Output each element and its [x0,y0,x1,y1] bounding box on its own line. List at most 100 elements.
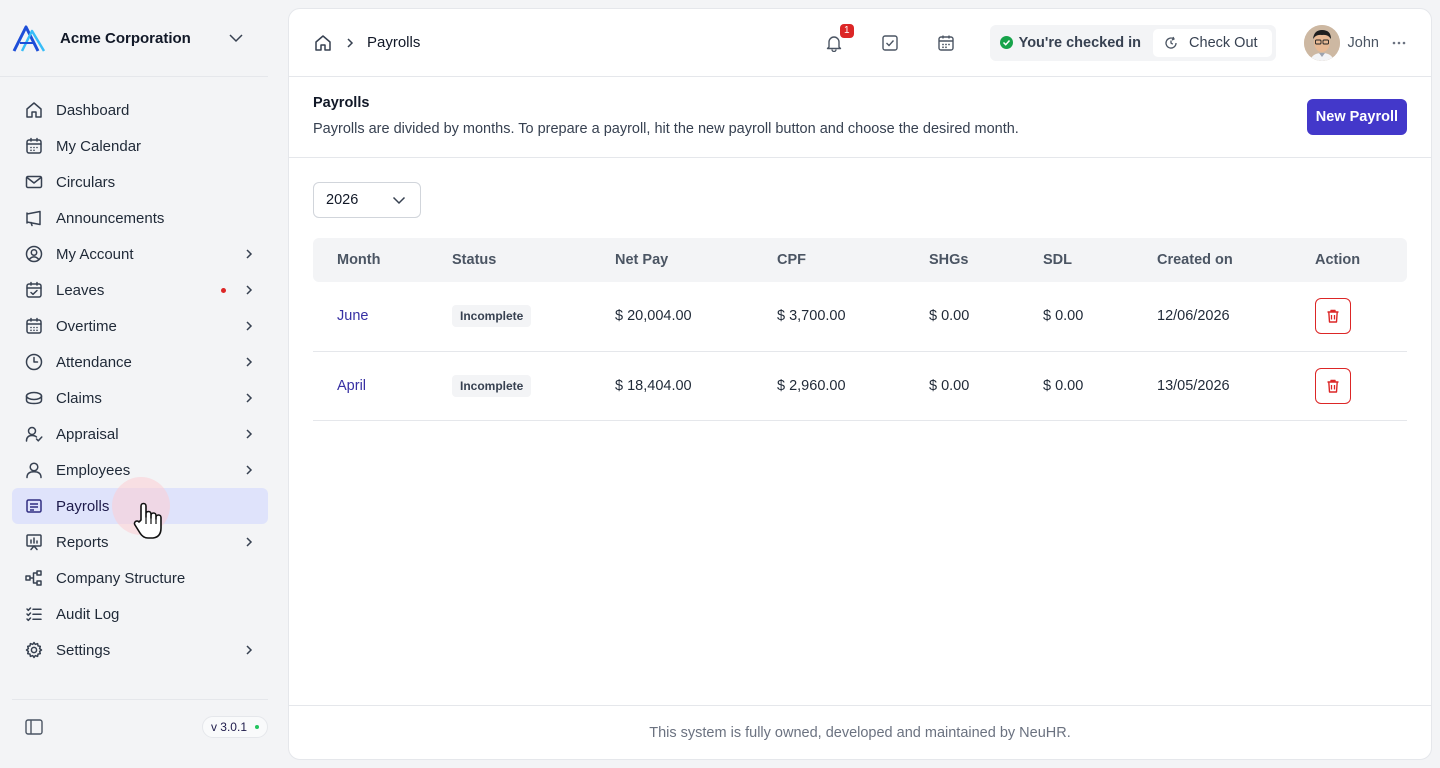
chevron-right-icon[interactable] [242,463,256,477]
column-header-net-pay: Net Pay [615,252,669,268]
chevron-down-icon[interactable] [226,28,246,48]
chevron-right-icon[interactable] [242,247,256,261]
footer-text: This system is fully owned, developed an… [649,724,1071,741]
month-cell: April [313,351,428,421]
avatar[interactable] [1303,24,1340,61]
delete-button[interactable] [1315,367,1351,404]
chevron-right-icon[interactable] [242,535,256,549]
chevron-right-icon [343,36,357,50]
status-cell: Incomplete [428,351,591,421]
cpf-cell: $ 2,960.00 [753,351,905,421]
sidebar-item-label: Circulars [56,173,116,191]
table-row: June Incomplete $ 20,004.00 $ 3,700.00 $ 0.0… [313,282,1407,352]
calendar-check-icon [24,280,44,300]
calendar-icon[interactable] [934,31,958,55]
notifications-bell-icon[interactable]: 1 [822,23,854,55]
column-header-action: Action [1315,252,1361,268]
sidebar-item-my-account[interactable]: My Account [12,236,268,272]
home-icon [24,100,44,120]
sidebar-item-my-calendar[interactable]: My Calendar [12,128,268,164]
sidebar-item-label: Announcements [56,209,165,227]
sidebar-item-label: Claims [56,389,102,407]
sidebar-item-label: My Calendar [56,137,142,155]
sidebar-item-settings[interactable]: Settings [12,632,268,668]
topbar: Payrolls 1 You're checked in Check Out J… [289,9,1431,77]
column-header-created-on: Created on [1157,252,1233,268]
shgs-cell: $ 0.00 [905,282,1019,352]
check-out-label: Check Out [1189,34,1258,51]
delete-button[interactable] [1315,298,1351,335]
breadcrumb-current: Payrolls [367,34,421,51]
sidebar-item-circulars[interactable]: Circulars [12,164,268,200]
sidebar-item-leaves[interactable]: Leaves [12,272,268,308]
hierarchy-icon [24,568,44,588]
notification-count-badge: 1 [840,23,854,38]
month-link[interactable]: April [337,378,366,394]
check-circle-icon [999,36,1013,49]
sidebar-item-attendance[interactable]: Attendance [12,344,268,380]
sidebar-item-label: Employees [56,461,131,479]
page-footer: This system is fully owned, developed an… [289,705,1431,759]
user-menu[interactable]: John [1303,24,1407,61]
calendar-icon [24,136,44,156]
sidebar: Acme Corporation Dashboard My Calendar Cir… [0,0,280,768]
sidebar-nav: Dashboard My Calendar Circulars Announcemen… [0,77,280,668]
breadcrumb: Payrolls [313,33,822,53]
month-link[interactable]: June [337,308,368,324]
cpf-cell: $ 3,700.00 [753,282,905,352]
sidebar-item-appraisal[interactable]: Appraisal [12,416,268,452]
created-on-cell: 13/05/2026 [1133,351,1291,421]
sidebar-item-announcements[interactable]: Announcements [12,200,268,236]
sidebar-footer: v 3.0.1 [12,699,268,754]
new-payroll-button[interactable]: New Payroll [1306,99,1407,135]
clock-icon [24,352,44,372]
sidebar-toggle-icon[interactable] [24,717,44,737]
sidebar-item-label: Dashboard [56,101,130,119]
checklist-icon [24,604,44,624]
chevron-right-icon[interactable] [242,391,256,405]
user-check-icon [24,424,44,444]
action-cell [1291,282,1407,352]
version-text: v 3.0.1 [210,720,247,734]
tasks-checkbox-icon[interactable] [878,31,902,55]
year-select[interactable]: 2026 [313,182,421,218]
status-badge: Incomplete [452,374,532,397]
chevron-right-icon[interactable] [242,355,256,369]
sidebar-item-label: Attendance [56,353,132,371]
column-header-sdl: SDL [1043,252,1072,268]
checkin-status-text: You're checked in [1018,34,1142,51]
page-header: Payrolls Payrolls are divided by months.… [289,77,1431,158]
sidebar-item-company-structure[interactable]: Company Structure [12,560,268,596]
net-pay-cell: $ 20,004.00 [591,282,753,352]
home-icon[interactable] [313,33,333,53]
column-header-shgs: SHGs [929,252,969,268]
version-badge: v 3.0.1 [201,716,268,738]
shgs-cell: $ 0.00 [905,351,1019,421]
more-horizontal-icon[interactable] [1391,35,1407,51]
sidebar-item-claims[interactable]: Claims [12,380,268,416]
status-cell: Incomplete [428,282,591,352]
sidebar-item-audit-log[interactable]: Audit Log [12,596,268,632]
page-title: Payrolls [313,95,370,111]
coins-icon [24,388,44,408]
user-circle-icon [24,244,44,264]
sidebar-item-label: My Account [56,245,134,263]
sidebar-item-dashboard[interactable]: Dashboard [12,92,268,128]
chevron-right-icon[interactable] [242,319,256,333]
main-panel: Payrolls 1 You're checked in Check Out J… [288,8,1432,760]
payroll-table: Month Status Net Pay CPF SHGs SDL Created on Ac… [313,238,1407,421]
check-out-button[interactable]: Check Out [1153,28,1272,57]
online-dot [255,725,259,729]
gear-icon [24,640,44,660]
chevron-right-icon[interactable] [242,283,256,297]
company-name: Acme Corporation [60,29,191,47]
company-switcher[interactable]: Acme Corporation [0,0,268,77]
status-badge: Incomplete [452,305,532,328]
sidebar-item-label: Company Structure [56,569,186,587]
sidebar-item-overtime[interactable]: Overtime [12,308,268,344]
chevron-right-icon[interactable] [242,643,256,657]
chevron-right-icon[interactable] [242,427,256,441]
sdl-cell: $ 0.00 [1019,282,1133,352]
month-cell: June [313,282,428,352]
page-description: Payrolls are divided by months. To prepa… [313,121,1019,137]
